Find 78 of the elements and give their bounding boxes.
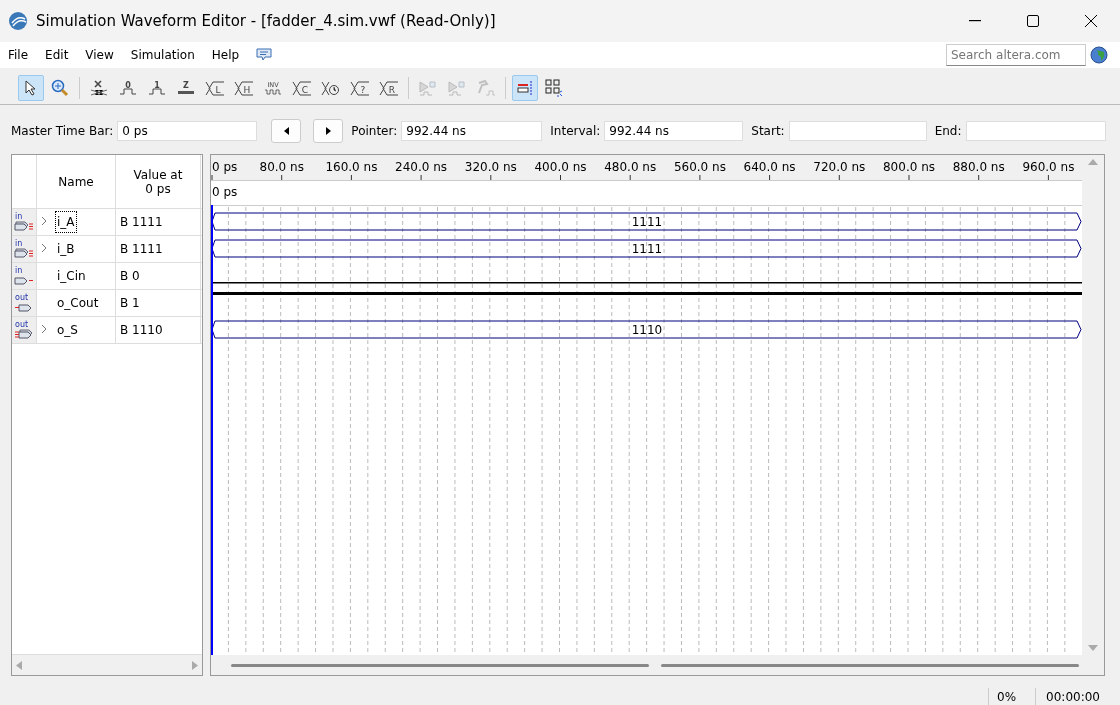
feedback-icon[interactable]: [256, 48, 273, 62]
time-label: 800.0 ns: [883, 160, 935, 174]
progress-text: 0%: [988, 688, 1035, 705]
time-label: 400.0 ns: [534, 160, 587, 174]
time-label: 880.0 ns: [952, 160, 1005, 174]
start-label: Start:: [751, 124, 785, 138]
signal-value: B 1: [116, 290, 201, 316]
scroll-up-icon[interactable]: [1087, 159, 1098, 165]
scroll-right-icon[interactable]: [192, 660, 198, 670]
menu-item[interactable]: Help: [211, 48, 249, 62]
window-title: Simulation Waveform Editor - [fadder_4.sim.vwf (Read-Only)]: [36, 12, 497, 30]
signal-name[interactable]: i_A: [55, 211, 77, 233]
previous-button[interactable]: [271, 119, 302, 143]
time-label: 640.0 ns: [743, 160, 796, 174]
clock-wave-icon: [321, 79, 341, 97]
elapsed-time: 00:00:00: [1035, 688, 1108, 705]
next-button[interactable]: [313, 119, 344, 143]
expand-chevron-icon[interactable]: [41, 243, 47, 253]
expand-chevron-icon[interactable]: [41, 324, 47, 334]
simulate-icon: [418, 79, 438, 97]
pointer-field[interactable]: 992.44 ns: [401, 121, 543, 141]
time-label: 80.0 ns: [259, 160, 304, 174]
signal-value: B 0: [116, 263, 201, 289]
minimize-icon: [969, 20, 981, 22]
zoom-icon: [51, 79, 69, 97]
time-label: 560.0 ns: [673, 160, 726, 174]
interval-label: Interval:: [550, 124, 601, 138]
signal-value: B 1111: [116, 236, 201, 262]
menu-item[interactable]: File: [8, 48, 38, 62]
signal-value: B 1111: [116, 209, 201, 235]
time-label: 0 ps: [212, 160, 238, 174]
value-column-header[interactable]: Value at 0 ps: [116, 155, 201, 208]
time-label: 480.0 ns: [604, 160, 657, 174]
maximize-icon: [1027, 15, 1039, 27]
pointer-label: Pointer:: [351, 124, 398, 138]
toolbar-button[interactable]: [18, 75, 44, 101]
expand-chevron-icon[interactable]: [41, 216, 47, 226]
menu-item[interactable]: View: [85, 48, 123, 62]
snap-to-grid-icon: [516, 80, 534, 96]
scroll-left-icon[interactable]: [16, 660, 22, 670]
unknown-wave-icon: [90, 80, 108, 96]
interval-field[interactable]: 992.44 ns: [604, 121, 744, 141]
globe-icon[interactable]: [1090, 46, 1108, 64]
start-field[interactable]: [788, 121, 927, 141]
cursor-time-label: 0 ps: [212, 185, 238, 199]
bus-value: 1111: [631, 241, 663, 256]
master-time-bar-label: Master Time Bar:: [11, 124, 114, 138]
signal-name[interactable]: o_Cout: [55, 292, 101, 314]
time-label: 160.0 ns: [325, 160, 378, 174]
time-label: 960.0 ns: [1022, 160, 1075, 174]
end-label: End:: [934, 124, 962, 138]
hammer-icon: [476, 79, 496, 97]
time-label: 320.0 ns: [464, 160, 517, 174]
scroll-down-icon[interactable]: [1087, 645, 1098, 651]
master-time-field[interactable]: 0 ps: [117, 121, 258, 141]
bus-value: 1110: [631, 322, 663, 337]
search-field[interactable]: Search altera.com: [946, 44, 1086, 66]
time-label: 240.0 ns: [395, 160, 448, 174]
simulate-icon: [447, 79, 467, 97]
menu-item[interactable]: Simulation: [130, 48, 204, 62]
toolbar-button[interactable]: [512, 75, 538, 101]
left-triangle-icon: [283, 127, 289, 135]
end-field[interactable]: [965, 121, 1106, 141]
signal-value: B 1110: [116, 317, 201, 343]
close-icon: [1085, 15, 1097, 27]
scrollbar-thumb[interactable]: [661, 663, 1079, 667]
grid-icon: [545, 79, 563, 97]
menu-item[interactable]: Edit: [45, 48, 78, 62]
bus-value: 1111: [631, 214, 663, 229]
scrollbar-thumb[interactable]: [231, 663, 649, 667]
pointer-icon: [25, 80, 37, 96]
signal-name[interactable]: i_B: [55, 238, 77, 260]
app-globe-icon: [8, 11, 28, 31]
name-column-header[interactable]: Name: [37, 155, 116, 208]
time-label: 720.0 ns: [813, 160, 866, 174]
signal-name[interactable]: o_S: [55, 319, 80, 341]
signal-name[interactable]: i_Cin: [55, 265, 88, 287]
right-triangle-icon: [325, 127, 331, 135]
